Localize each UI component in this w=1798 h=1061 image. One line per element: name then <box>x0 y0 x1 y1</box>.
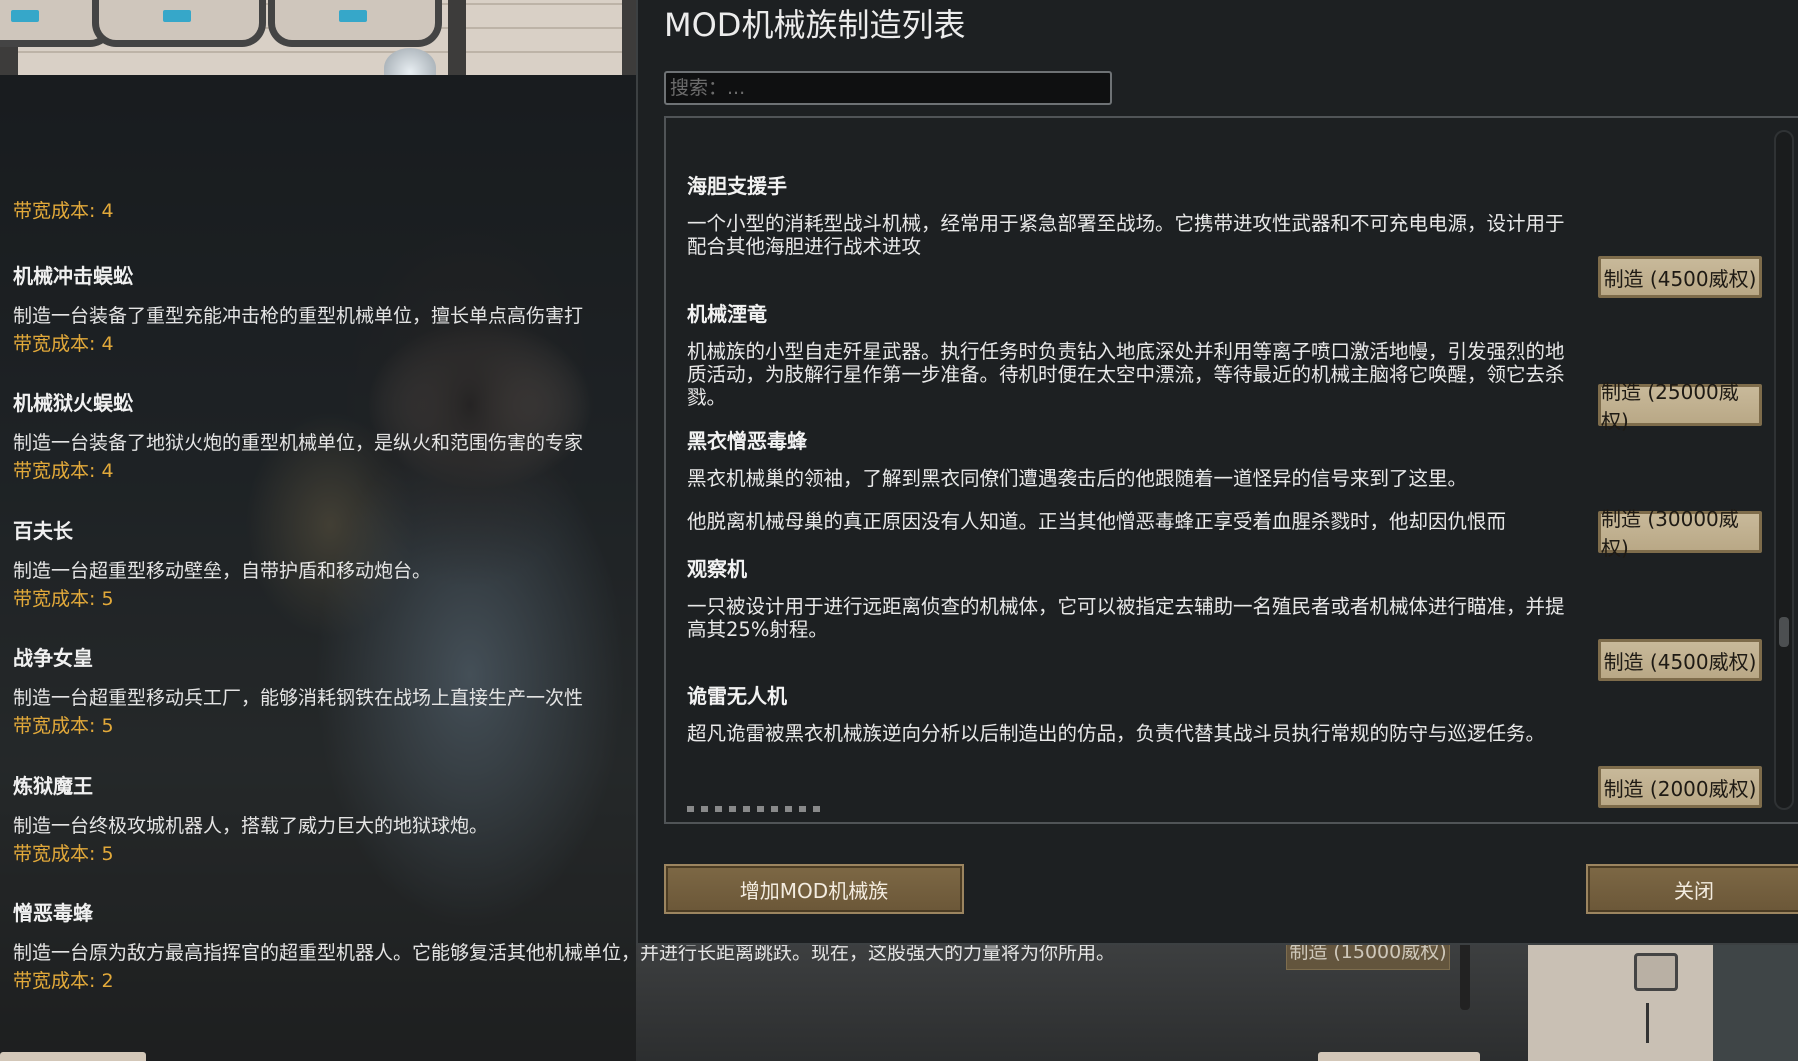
list-item: 机械湮竜 机械族的小型自走歼星武器。执行任务时负责钻入地底深处并利用等离子喷口激… <box>687 298 1798 433</box>
bottom-tab <box>1318 1052 1480 1061</box>
mech-title: 百夫长 <box>13 519 73 543</box>
antenna-icon <box>1646 1003 1669 1043</box>
list-item: 机械冲击蜈蚣 制造一台装备了重型充能冲击枪的重型机械单位，擅长单点高伤害打 带宽… <box>13 260 653 356</box>
mech-description: 一只被设计用于进行远距离侦查的机械体，它可以被指定去辅助一名殖民者或者机械体进行… <box>687 595 1565 641</box>
search-input[interactable] <box>664 71 1112 105</box>
vent-fixture <box>92 0 266 47</box>
mech-title: 机械狱火蜈蚣 <box>13 391 133 415</box>
close-button[interactable]: 关闭 <box>1586 864 1798 914</box>
list-item: 机械狱火蜈蚣 制造一台装备了地狱火炮的重型机械单位，是纵火和范围伤害的专家 带宽… <box>13 387 653 483</box>
list-item: 憎恶毒蜂 制造一台原为敌方最高指挥官的超重型机器人。它能够复活其他机械单位，并进… <box>13 897 1116 993</box>
bandwidth-cost: 带宽成本: 4 <box>13 333 114 355</box>
dialog-title: MOD机械族制造列表 <box>664 6 966 44</box>
game-map-corner <box>1528 943 1798 1061</box>
list-item: 带宽成本: 4 <box>13 195 653 223</box>
mech-title: 观察机 <box>687 557 747 581</box>
bandwidth-cost: 带宽成本: 5 <box>13 588 114 610</box>
bandwidth-cost: 带宽成本: 4 <box>13 460 114 482</box>
mech-description: 一个小型的消耗型战斗机械，经常用于紧急部署至战场。它携带进攻性武器和不可充电电源… <box>687 212 1565 258</box>
mech-description: 制造一台终极攻城机器人，搭载了威力巨大的地狱球炮。 <box>13 815 489 837</box>
list-item: 炼狱魔王 制造一台终极攻城机器人，搭载了威力巨大的地狱球炮。 带宽成本: 5 <box>13 770 653 866</box>
mech-title: 黑衣憎恶毒蜂 <box>687 429 807 453</box>
list-item: 诡雷无人机 超凡诡雷被黑衣机械族逆向分析以后制造出的仿品，负责代替其战斗员执行常… <box>687 680 1798 808</box>
game-map-strip <box>0 0 640 75</box>
bandwidth-cost: 带宽成本: 2 <box>13 970 114 992</box>
mech-description: 制造一台原为敌方最高指挥官的超重型机器人。它能够复活其他机械单位，并进行长距离跳… <box>13 942 1116 964</box>
build-button[interactable]: 制造 (4500威权) <box>1598 639 1762 681</box>
vent-fixture <box>268 0 442 47</box>
mech-description: 机械族的小型自走歼星武器。执行任务时负责钻入地底深处并利用等离子喷口激活地幔，引… <box>687 340 1565 409</box>
bandwidth-cost: 带宽成本: 5 <box>13 843 114 865</box>
mech-description-continued: 他脱离机械母巢的真正原因没有人知道。正当其他憎恶毒蜂正享受着血腥杀戮时，他却因仇… <box>687 510 1507 530</box>
wall-segment <box>1713 943 1798 1061</box>
add-mod-mech-button[interactable]: 增加MOD机械族 <box>664 864 964 914</box>
scrollbar-thumb[interactable] <box>1779 617 1789 647</box>
mech-title: 炼狱魔王 <box>13 774 93 798</box>
mech-description: 制造一台装备了重型充能冲击枪的重型机械单位，擅长单点高伤害打 <box>13 305 584 327</box>
mech-title: 机械冲击蜈蚣 <box>13 264 133 288</box>
mech-title: 诡雷无人机 <box>687 684 787 708</box>
list-item: 海胆支援手 一个小型的消耗型战斗机械，经常用于紧急部署至战场。它携带进攻性武器和… <box>687 170 1798 298</box>
build-button[interactable]: 制造 (30000威权) <box>1598 507 1762 560</box>
mech-description: 制造一台装备了地狱火炮的重型机械单位，是纵火和范围伤害的专家 <box>13 432 584 454</box>
mech-title: 憎恶毒蜂 <box>13 901 93 925</box>
list-item: 战争女皇 制造一台超重型移动兵工厂，能够消耗钢铁在战场上直接生产一次性 带宽成本… <box>13 642 653 738</box>
mech-title: 机械湮竜 <box>687 302 767 326</box>
console-icon <box>1634 953 1678 991</box>
list-scrollbar[interactable] <box>1774 130 1794 810</box>
list-item: 黑衣憎恶毒蜂 黑衣机械巢的领袖，了解到黑衣同僚们遭遇袭击后的他跟随着一道怪异的信… <box>687 425 1798 560</box>
mech-title: 海胆支援手 <box>687 174 787 198</box>
mech-description: 制造一台超重型移动兵工厂，能够消耗钢铁在战场上直接生产一次性 <box>13 687 584 709</box>
bandwidth-cost: 带宽成本: 5 <box>13 715 114 737</box>
mech-entry-list: 海胆支援手 一个小型的消耗型战斗机械，经常用于紧急部署至战场。它携带进攻性武器和… <box>664 116 1798 824</box>
background-scrollbar[interactable] <box>1460 940 1470 1010</box>
build-button[interactable]: 制造 (4500威权) <box>1598 256 1762 298</box>
bandwidth-cost: 带宽成本: 4 <box>13 200 114 222</box>
bottom-tab <box>0 1052 146 1061</box>
list-item: 百夫长 制造一台超重型移动壁垒，自带护盾和移动炮台。 带宽成本: 5 <box>13 515 653 611</box>
clipped-entry <box>687 806 827 812</box>
build-button[interactable]: 制造 (25000威权) <box>1598 380 1762 433</box>
mod-mech-build-dialog: MOD机械族制造列表 海胆支援手 一个小型的消耗型战斗机械，经常用于紧急部署至战… <box>636 0 1798 945</box>
mech-description: 制造一台超重型移动壁垒，自带护盾和移动炮台。 <box>13 560 432 582</box>
mech-description: 黑衣机械巢的领袖，了解到黑衣同僚们遭遇袭击后的他跟随着一道怪异的信号来到了这里。 <box>687 467 1468 490</box>
build-button[interactable]: 制造 (2000威权) <box>1598 766 1762 808</box>
mech-title: 战争女皇 <box>13 646 93 670</box>
wall-segment <box>448 0 466 75</box>
mech-description: 超凡诡雷被黑衣机械族逆向分析以后制造出的仿品，负责代替其战斗员执行常规的防守与巡… <box>687 722 1546 745</box>
list-item: 观察机 一只被设计用于进行远距离侦查的机械体，它可以被指定去辅助一名殖民者或者机… <box>687 553 1798 681</box>
